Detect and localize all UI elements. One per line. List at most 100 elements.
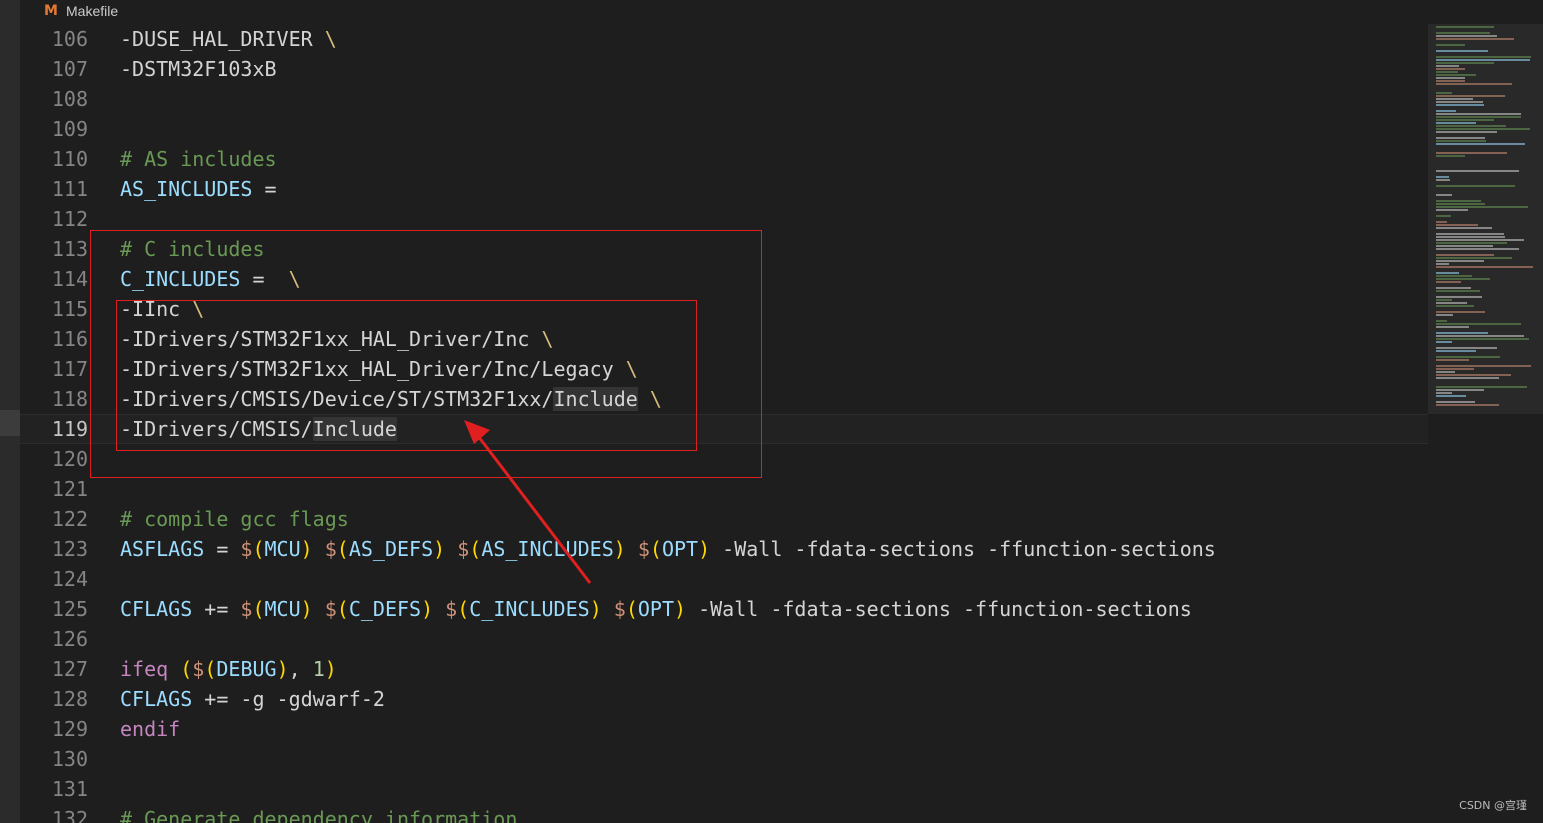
watermark: CSDN @宫瑾 bbox=[1459, 799, 1527, 812]
code-token: ( bbox=[336, 537, 349, 561]
code-token: ifeq bbox=[120, 657, 169, 681]
minimap-line bbox=[1436, 74, 1476, 76]
minimap-line bbox=[1436, 26, 1494, 28]
code-line[interactable]: 108 bbox=[20, 84, 1428, 114]
tab-makefile[interactable]: M Makefile bbox=[44, 0, 118, 22]
minimap-line bbox=[1436, 374, 1511, 376]
minimap-line bbox=[1436, 68, 1465, 70]
code-token: $ bbox=[445, 597, 458, 621]
code-line[interactable]: 107 -DSTM32F103xB bbox=[20, 54, 1428, 84]
code-text: ifeq ($(DEBUG), 1) bbox=[120, 654, 337, 684]
minimap-line bbox=[1436, 71, 1458, 73]
code-line[interactable]: 106 -DUSE_HAL_DRIVER \ bbox=[20, 24, 1428, 54]
code-line[interactable]: 128 CFLAGS += -g -gdwarf-2 bbox=[20, 684, 1428, 714]
code-token: ) bbox=[300, 537, 313, 561]
minimap-line bbox=[1436, 296, 1482, 298]
minimap-line bbox=[1436, 305, 1474, 307]
code-token: AS_INCLUDES bbox=[481, 537, 614, 561]
minimap-line bbox=[1436, 200, 1481, 202]
code-line[interactable]: 130 bbox=[20, 744, 1428, 774]
line-number: 117 bbox=[51, 357, 88, 381]
minimap-line bbox=[1436, 224, 1478, 226]
minimap-line bbox=[1436, 254, 1494, 256]
code-text: CFLAGS += $(MCU) $(C_DEFS) $(C_INCLUDES)… bbox=[120, 594, 1192, 624]
line-number: 129 bbox=[51, 717, 88, 741]
code-token: ) bbox=[433, 537, 446, 561]
code-text: endif bbox=[120, 714, 180, 744]
minimap-line bbox=[1436, 179, 1450, 181]
line-number: 114 bbox=[51, 267, 88, 291]
minimap-line bbox=[1436, 92, 1452, 94]
minimap-line bbox=[1436, 248, 1519, 250]
minimap-line bbox=[1436, 50, 1488, 52]
minimap-line bbox=[1436, 77, 1465, 79]
line-number: 107 bbox=[51, 57, 88, 81]
code-text: # compile gcc flags bbox=[120, 504, 349, 534]
code-line[interactable]: 132 # Generate dependency information bbox=[20, 804, 1428, 823]
minimap-line bbox=[1436, 185, 1515, 187]
code-token: ( bbox=[457, 597, 470, 621]
code-token: ) bbox=[589, 597, 602, 621]
code-line[interactable]: 111 AS_INCLUDES = bbox=[20, 174, 1428, 204]
line-number: 121 bbox=[51, 477, 88, 501]
code-token: # Generate dependency information bbox=[120, 807, 518, 823]
minimap-line bbox=[1436, 356, 1500, 358]
minimap-line bbox=[1436, 209, 1468, 211]
code-token: -DSTM32F103xB bbox=[120, 57, 277, 81]
minimap-line bbox=[1436, 233, 1504, 235]
code-token: ASFLAGS bbox=[120, 537, 205, 561]
minimap-line bbox=[1436, 335, 1524, 337]
code-token: ( bbox=[180, 657, 193, 681]
code-line[interactable]: 110 # AS includes bbox=[20, 144, 1428, 174]
minimap-line bbox=[1436, 125, 1506, 127]
code-text: CFLAGS += -g -gdwarf-2 bbox=[120, 684, 385, 714]
minimap-line bbox=[1436, 341, 1452, 343]
code-token: ) bbox=[300, 597, 313, 621]
minimap-line bbox=[1436, 236, 1505, 238]
minimap-line bbox=[1436, 257, 1512, 259]
line-number: 111 bbox=[51, 177, 88, 201]
code-line[interactable]: 129 endif bbox=[20, 714, 1428, 744]
line-number: 106 bbox=[51, 27, 88, 51]
code-line[interactable]: 124 bbox=[20, 564, 1428, 594]
code-token: $ bbox=[457, 537, 470, 561]
code-token: += bbox=[192, 597, 241, 621]
minimap-line bbox=[1436, 386, 1527, 388]
code-token: ) bbox=[674, 597, 687, 621]
code-token: $ bbox=[240, 597, 253, 621]
code-token: -DUSE_HAL_DRIVER bbox=[120, 27, 325, 51]
minimap-line bbox=[1436, 116, 1521, 118]
code-token: 1 bbox=[312, 657, 325, 681]
code-token: ( bbox=[625, 597, 638, 621]
minimap-line bbox=[1436, 119, 1494, 121]
code-line[interactable]: 127 ifeq ($(DEBUG), 1) bbox=[20, 654, 1428, 684]
code-line[interactable]: 121 bbox=[20, 474, 1428, 504]
minimap-line bbox=[1436, 332, 1488, 334]
minimap-line bbox=[1436, 377, 1499, 379]
code-token: C_INCLUDES bbox=[469, 597, 590, 621]
minimap-line bbox=[1436, 275, 1472, 277]
minimap-line bbox=[1436, 101, 1483, 103]
code-line[interactable]: 123 ASFLAGS = $(MCU) $(AS_DEFS) $(AS_INCL… bbox=[20, 534, 1428, 564]
minimap-line bbox=[1436, 245, 1493, 247]
code-line[interactable]: 126 bbox=[20, 624, 1428, 654]
code-line[interactable]: 109 bbox=[20, 114, 1428, 144]
code-text: -DUSE_HAL_DRIVER \ bbox=[120, 24, 337, 54]
code-token: AS_INCLUDES bbox=[120, 177, 253, 201]
minimap[interactable] bbox=[1430, 24, 1543, 414]
code-token: ( bbox=[649, 537, 662, 561]
code-token: += -g -gdwarf-2 bbox=[192, 687, 385, 711]
minimap-line bbox=[1436, 371, 1455, 373]
code-token: MCU bbox=[264, 597, 301, 621]
code-token: $ bbox=[324, 537, 337, 561]
minimap-line bbox=[1436, 299, 1452, 301]
line-number: 118 bbox=[51, 387, 88, 411]
minimap-line bbox=[1436, 287, 1471, 289]
tab-label: Makefile bbox=[66, 3, 119, 19]
code-token: AS_DEFS bbox=[348, 537, 434, 561]
code-line[interactable]: 131 bbox=[20, 774, 1428, 804]
code-text: ASFLAGS = $(MCU) $(AS_DEFS) $(AS_INCLUDE… bbox=[120, 534, 1216, 564]
code-line[interactable]: 125 CFLAGS += $(MCU) $(C_DEFS) $(C_INCLUD… bbox=[20, 594, 1428, 624]
code-line[interactable]: 122 # compile gcc flags bbox=[20, 504, 1428, 534]
